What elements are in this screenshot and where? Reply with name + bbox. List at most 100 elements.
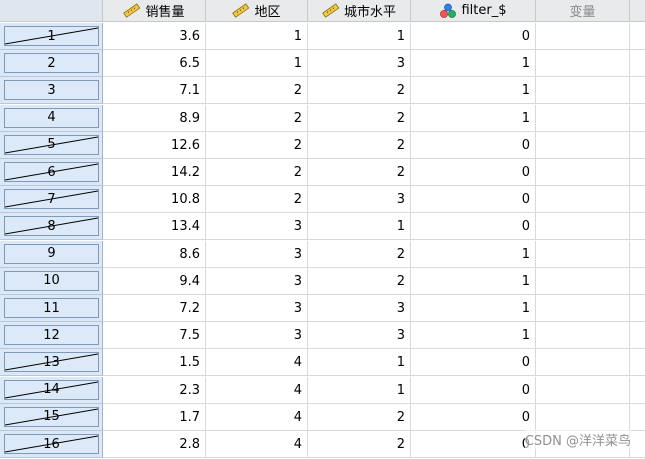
table-cell[interactable]: 0 [411, 131, 536, 159]
table-cell[interactable]: 1 [411, 50, 536, 78]
table-cell[interactable]: 6.5 [103, 50, 206, 78]
empty-cell[interactable] [536, 349, 630, 377]
row-header[interactable]: 12 [0, 322, 103, 350]
empty-cell[interactable] [630, 322, 645, 350]
empty-cell[interactable] [536, 23, 630, 50]
empty-cell[interactable] [536, 376, 630, 404]
table-row[interactable]: 710.8230 [0, 186, 645, 214]
empty-cell[interactable] [536, 186, 630, 214]
row-header[interactable]: 8 [0, 213, 103, 241]
table-row[interactable]: 10 9.4 3 2 1 [0, 267, 645, 295]
empty-cell[interactable] [630, 349, 645, 377]
row-header[interactable]: 11 [0, 295, 103, 322]
table-cell[interactable]: 3 [308, 295, 411, 322]
table-cell[interactable]: 2 [308, 240, 411, 268]
empty-cell[interactable] [630, 159, 645, 186]
row-header[interactable]: 13 [0, 349, 103, 377]
table-cell[interactable]: 2.3 [103, 376, 206, 404]
table-cell[interactable]: 2 [308, 431, 411, 458]
table-cell[interactable]: 2 [206, 159, 308, 186]
row-header[interactable]: 7 [0, 186, 103, 214]
table-row[interactable]: 813.4310 [0, 213, 645, 241]
row-header[interactable]: 1 [0, 23, 103, 50]
table-cell[interactable]: 0 [411, 159, 536, 186]
table-cell[interactable]: 14.2 [103, 159, 206, 186]
empty-cell[interactable] [630, 240, 645, 268]
column-header-region[interactable]: 地区 [206, 0, 308, 22]
table-cell[interactable]: 2 [308, 267, 411, 295]
table-cell[interactable]: 1 [308, 349, 411, 377]
table-cell[interactable]: 3 [308, 322, 411, 350]
table-cell[interactable]: 4 [206, 431, 308, 458]
row-header[interactable]: 2 [0, 50, 103, 78]
table-cell[interactable]: 2 [308, 131, 411, 159]
table-cell[interactable]: 3 [206, 240, 308, 268]
table-cell[interactable]: 13.4 [103, 213, 206, 241]
column-header-empty-var[interactable]: 变量 [536, 0, 630, 22]
table-cell[interactable]: 1 [411, 77, 536, 105]
table-cell[interactable]: 1 [411, 322, 536, 350]
empty-cell[interactable] [630, 295, 645, 322]
table-cell[interactable]: 0 [411, 403, 536, 431]
empty-cell[interactable] [536, 77, 630, 105]
table-row[interactable]: 3 7.1 2 2 1 [0, 77, 645, 105]
table-cell[interactable]: 2 [308, 77, 411, 105]
empty-cell[interactable] [536, 322, 630, 350]
table-row[interactable]: 11 7.2 3 3 1 [0, 295, 645, 322]
table-cell[interactable]: 1 [308, 23, 411, 50]
column-header-city-level[interactable]: 城市水平 [308, 0, 411, 22]
table-cell[interactable]: 3 [206, 213, 308, 241]
row-header[interactable]: 15 [0, 403, 103, 431]
table-cell[interactable]: 7.5 [103, 322, 206, 350]
table-cell[interactable]: 10.8 [103, 186, 206, 214]
column-header-filter[interactable]: filter_$ [411, 0, 536, 22]
row-header[interactable]: 16 [0, 431, 103, 458]
table-cell[interactable]: 1 [206, 23, 308, 50]
row-header[interactable]: 4 [0, 104, 103, 132]
table-cell[interactable]: 2 [308, 159, 411, 186]
table-row[interactable]: 9 8.6 3 2 1 [0, 240, 645, 268]
table-cell[interactable]: 0 [411, 23, 536, 50]
table-cell[interactable]: 3 [308, 186, 411, 214]
table-cell[interactable]: 0 [411, 186, 536, 214]
row-header[interactable]: 6 [0, 159, 103, 186]
table-cell[interactable]: 7.2 [103, 295, 206, 322]
table-cell[interactable]: 3 [308, 50, 411, 78]
empty-cell[interactable] [630, 213, 645, 241]
table-cell[interactable]: 1.5 [103, 349, 206, 377]
empty-cell[interactable] [630, 77, 645, 105]
row-header[interactable]: 9 [0, 240, 103, 268]
empty-cell[interactable] [630, 403, 645, 431]
table-row[interactable]: 13.6110 [0, 23, 645, 50]
table-row[interactable]: 4 8.9 2 2 1 [0, 104, 645, 132]
table-cell[interactable]: 8.6 [103, 240, 206, 268]
empty-cell[interactable] [630, 186, 645, 214]
table-cell[interactable]: 3.6 [103, 23, 206, 50]
empty-cell[interactable] [536, 213, 630, 241]
table-cell[interactable]: 9.4 [103, 267, 206, 295]
table-cell[interactable]: 0 [411, 376, 536, 404]
empty-cell[interactable] [536, 104, 630, 132]
empty-cell[interactable] [536, 50, 630, 78]
table-cell[interactable]: 3 [206, 295, 308, 322]
table-cell[interactable]: 1.7 [103, 403, 206, 431]
empty-cell[interactable] [630, 23, 645, 50]
table-cell[interactable]: 1 [411, 104, 536, 132]
empty-cell[interactable] [536, 131, 630, 159]
table-row[interactable]: 614.2220 [0, 159, 645, 186]
table-cell[interactable]: 0 [411, 213, 536, 241]
table-cell[interactable]: 3 [206, 267, 308, 295]
table-cell[interactable]: 1 [308, 376, 411, 404]
row-header[interactable]: 10 [0, 267, 103, 295]
table-cell[interactable]: 2 [308, 403, 411, 431]
table-cell[interactable]: 2 [308, 104, 411, 132]
row-header[interactable]: 14 [0, 376, 103, 404]
table-cell[interactable]: 7.1 [103, 77, 206, 105]
table-row[interactable]: 512.6220 [0, 131, 645, 159]
table-row[interactable]: 2 6.5 1 3 1 [0, 50, 645, 78]
row-header[interactable]: 5 [0, 131, 103, 159]
table-row[interactable]: 151.7420 [0, 403, 645, 431]
column-header-sales[interactable]: 销售量 [103, 0, 206, 22]
corner-cell[interactable] [0, 0, 103, 22]
table-cell[interactable]: 1 [411, 295, 536, 322]
